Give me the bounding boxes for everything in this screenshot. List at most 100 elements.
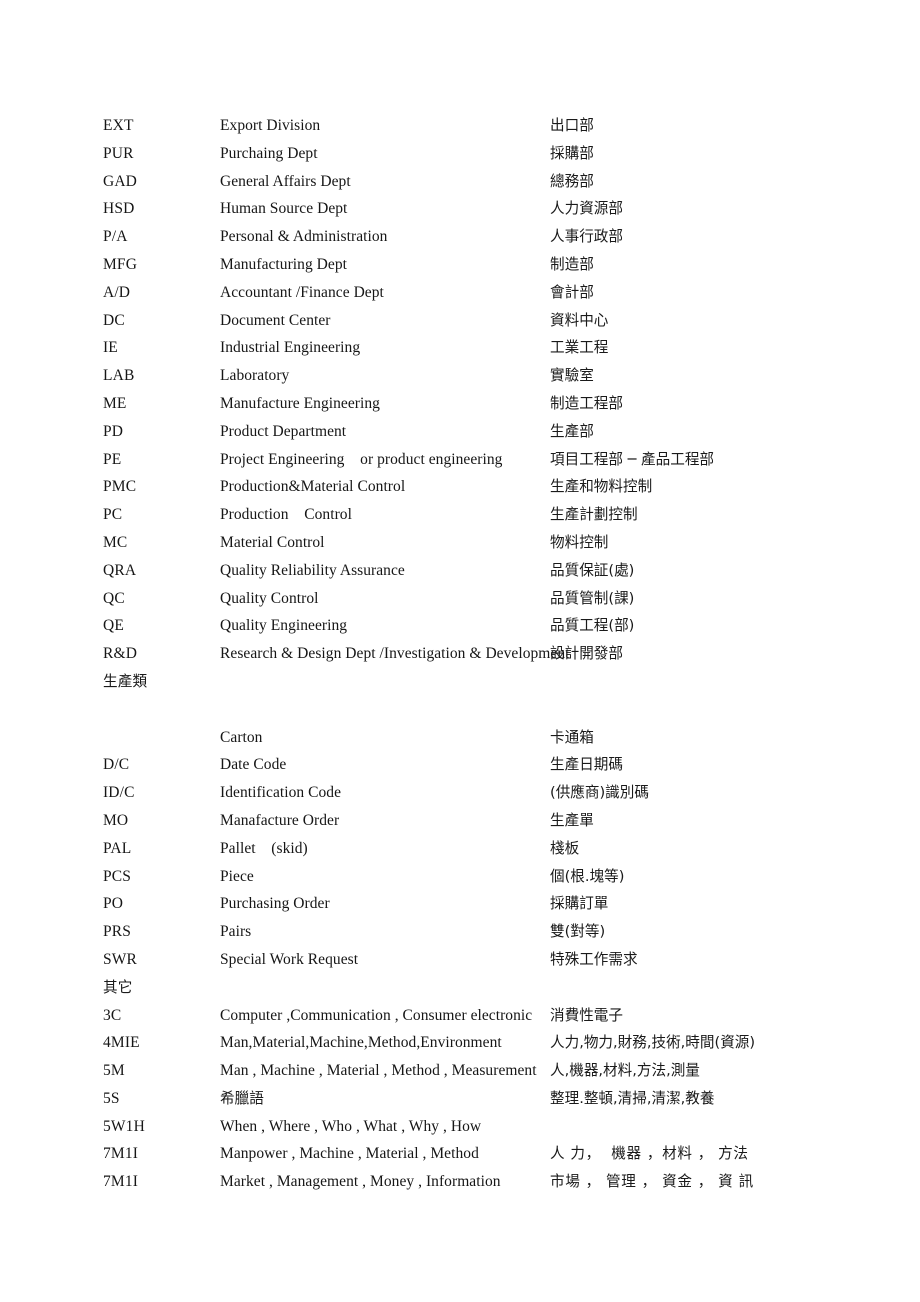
abbreviation-cell: PO xyxy=(103,895,124,913)
chinese-term-cell: 項目工程部 ─ 產品工程部 xyxy=(550,450,715,468)
english-term-cell: Pallet (skid) xyxy=(220,839,308,857)
english-term-cell: Research & Design Dept /Investigation & … xyxy=(220,645,570,663)
document-page: EXT Export Division 出口部 PUR Purchaing Dept 採購… xyxy=(0,0,920,1302)
chinese-term-cell: 制造部 xyxy=(550,255,594,273)
abbreviation-cell: A/D xyxy=(103,283,131,301)
english-term-cell: Quality Reliability Assurance xyxy=(220,561,405,579)
chinese-term-cell: 生產日期碼 xyxy=(550,756,623,774)
chinese-term-cell: 人力,物力,財務,技術,時間(資源) xyxy=(550,1034,756,1052)
table-row: PO Purchasing Order 採購訂單 xyxy=(0,890,920,918)
english-term-cell: Identification Code xyxy=(220,784,342,802)
chinese-term-cell: 整理.整頓,清掃,清潔,教養 xyxy=(550,1089,715,1107)
chinese-term-cell: 出口部 xyxy=(550,117,594,134)
table-row: PE Project Engineering or product enginee… xyxy=(0,446,920,474)
table-row: QE Quality Engineering 品質工程(部) xyxy=(0,612,920,640)
english-term-cell: Purchasing Order xyxy=(220,895,330,913)
table-row: MC Material Control 物料控制 xyxy=(0,529,920,557)
glossary-table: EXT Export Division 出口部 PUR Purchaing Dept 採購… xyxy=(0,112,920,1196)
table-row: QC Quality Control 品質管制(課) xyxy=(0,585,920,613)
chinese-term-cell: 生產計劃控制 xyxy=(550,506,638,524)
chinese-term-cell: 採購訂單 xyxy=(550,895,609,913)
table-row: PAL Pallet (skid) 棧板 xyxy=(0,835,920,863)
english-term-cell: Computer ,Communication , Consumer elect… xyxy=(220,1006,533,1024)
abbreviation-cell: IE xyxy=(103,339,118,357)
table-row: DC Document Center 資料中心 xyxy=(0,307,920,335)
chinese-term-cell: 設計開發部 xyxy=(550,645,623,663)
chinese-term-cell: 工業工程 xyxy=(550,339,609,357)
english-term-cell: Purchaing Dept xyxy=(220,144,318,162)
english-term-cell: When , Where , Who , What , Why , How xyxy=(220,1117,482,1135)
chinese-term-cell: 品質工程(部) xyxy=(550,617,635,635)
table-row: PCS Piece 個(根.塊等) xyxy=(0,863,920,891)
table-row: EXT Export Division 出口部 xyxy=(0,112,920,140)
english-term-cell: Manafacture Order xyxy=(220,811,340,829)
abbreviation-cell: QRA xyxy=(103,561,137,579)
english-term-cell: Manufacture Engineering xyxy=(220,394,380,412)
section-heading-row: 生產類 xyxy=(0,668,920,696)
table-row: IE Industrial Engineering 工業工程 xyxy=(0,334,920,362)
chinese-term-cell: 品質保証(處) xyxy=(550,561,635,579)
chinese-term-cell: 資料中心 xyxy=(550,311,609,329)
chinese-term-cell: 總務部 xyxy=(550,172,594,190)
table-row: P/A Personal & Administration 人事行政部 xyxy=(0,223,920,251)
table-row: PD Product Department 生產部 xyxy=(0,418,920,446)
abbreviation-cell: QC xyxy=(103,589,125,607)
english-term-cell: Quality Control xyxy=(220,589,319,607)
abbreviation-cell: 7M1I xyxy=(103,1173,139,1191)
table-row: PC Production Control 生產計劃控制 xyxy=(0,501,920,529)
english-term-cell: Personal & Administration xyxy=(220,228,388,246)
table-row: A/D Accountant /Finance Dept 會計部 xyxy=(0,279,920,307)
table-row: HSD Human Source Dept 人力資源部 xyxy=(0,195,920,223)
chinese-term-cell: 消費性電子 xyxy=(550,1006,623,1024)
section-heading-label: 其它 xyxy=(103,978,133,996)
english-term-cell: Project Engineering or product engineeri… xyxy=(220,450,503,468)
table-row: LAB Laboratory 實驗室 xyxy=(0,362,920,390)
chinese-term-cell: 棧板 xyxy=(550,839,580,857)
table-row: 7M1I Manpower , Machine , Material , Meth… xyxy=(0,1140,920,1168)
abbreviation-cell: MC xyxy=(103,533,128,551)
abbreviation-cell: 5S xyxy=(103,1089,120,1107)
chinese-term-cell: 生產和物料控制 xyxy=(550,478,653,496)
chinese-term-cell: 品質管制(課) xyxy=(550,589,635,607)
table-row: 5S 希臘語 整理.整頓,清掃,清潔,教養 xyxy=(0,1085,920,1113)
chinese-term-cell: 生產部 xyxy=(550,422,594,440)
english-term-cell: Carton xyxy=(220,728,263,746)
table-row: PUR Purchaing Dept 採購部 xyxy=(0,140,920,168)
table-row: GAD General Affairs Dept 總務部 xyxy=(0,168,920,196)
chinese-term-cell: 會計部 xyxy=(550,283,594,301)
abbreviation-cell: ME xyxy=(103,394,127,412)
english-term-cell: 希臘語 xyxy=(220,1089,264,1107)
english-term-cell: Special Work Request xyxy=(220,950,359,968)
chinese-term-cell: 採購部 xyxy=(550,144,594,162)
table-row: QRA Quality Reliability Assurance 品質保証(處) xyxy=(0,557,920,585)
abbreviation-cell: PMC xyxy=(103,478,137,496)
english-term-cell: Man , Machine , Material , Method , Meas… xyxy=(220,1062,537,1080)
abbreviation-cell: DC xyxy=(103,311,125,329)
table-row: MO Manafacture Order 生產單 xyxy=(0,807,920,835)
abbreviation-cell: GAD xyxy=(103,172,138,190)
english-term-cell: Export Division xyxy=(220,117,321,134)
english-term-cell: Production&Material Control xyxy=(220,478,406,496)
abbreviation-cell: 5W1H xyxy=(103,1117,145,1135)
english-term-cell: Industrial Engineering xyxy=(220,339,361,357)
english-term-cell: Product Department xyxy=(220,422,347,440)
table-row: 4MIE Man,Material,Machine,Method,Environm… xyxy=(0,1029,920,1057)
table-row: 3C Computer ,Communication , Consumer ele… xyxy=(0,1002,920,1030)
english-term-cell: Manufacturing Dept xyxy=(220,255,348,273)
abbreviation-cell: HSD xyxy=(103,200,135,218)
abbreviation-cell: LAB xyxy=(103,367,135,385)
abbreviation-cell: D/C xyxy=(103,756,130,774)
chinese-term-cell: 物料控制 xyxy=(550,533,609,551)
abbreviation-cell: MO xyxy=(103,811,129,829)
english-term-cell: Material Control xyxy=(220,533,325,551)
abbreviation-cell: 5M xyxy=(103,1062,125,1080)
abbreviation-cell: PD xyxy=(103,422,124,440)
abbreviation-cell: MFG xyxy=(103,255,138,273)
abbreviation-cell: 7M1I xyxy=(103,1145,139,1163)
abbreviation-cell: PC xyxy=(103,506,123,524)
table-row: 7M1I Market , Management , Money , Inform… xyxy=(0,1168,920,1196)
chinese-term-cell: 制造工程部 xyxy=(550,394,623,412)
chinese-term-cell: 人力資源部 xyxy=(550,200,623,218)
english-term-cell: Market , Management , Money , Informatio… xyxy=(220,1173,501,1191)
chinese-term-cell: 人 力， 機器 ，材料 ， 方法 xyxy=(550,1145,749,1163)
